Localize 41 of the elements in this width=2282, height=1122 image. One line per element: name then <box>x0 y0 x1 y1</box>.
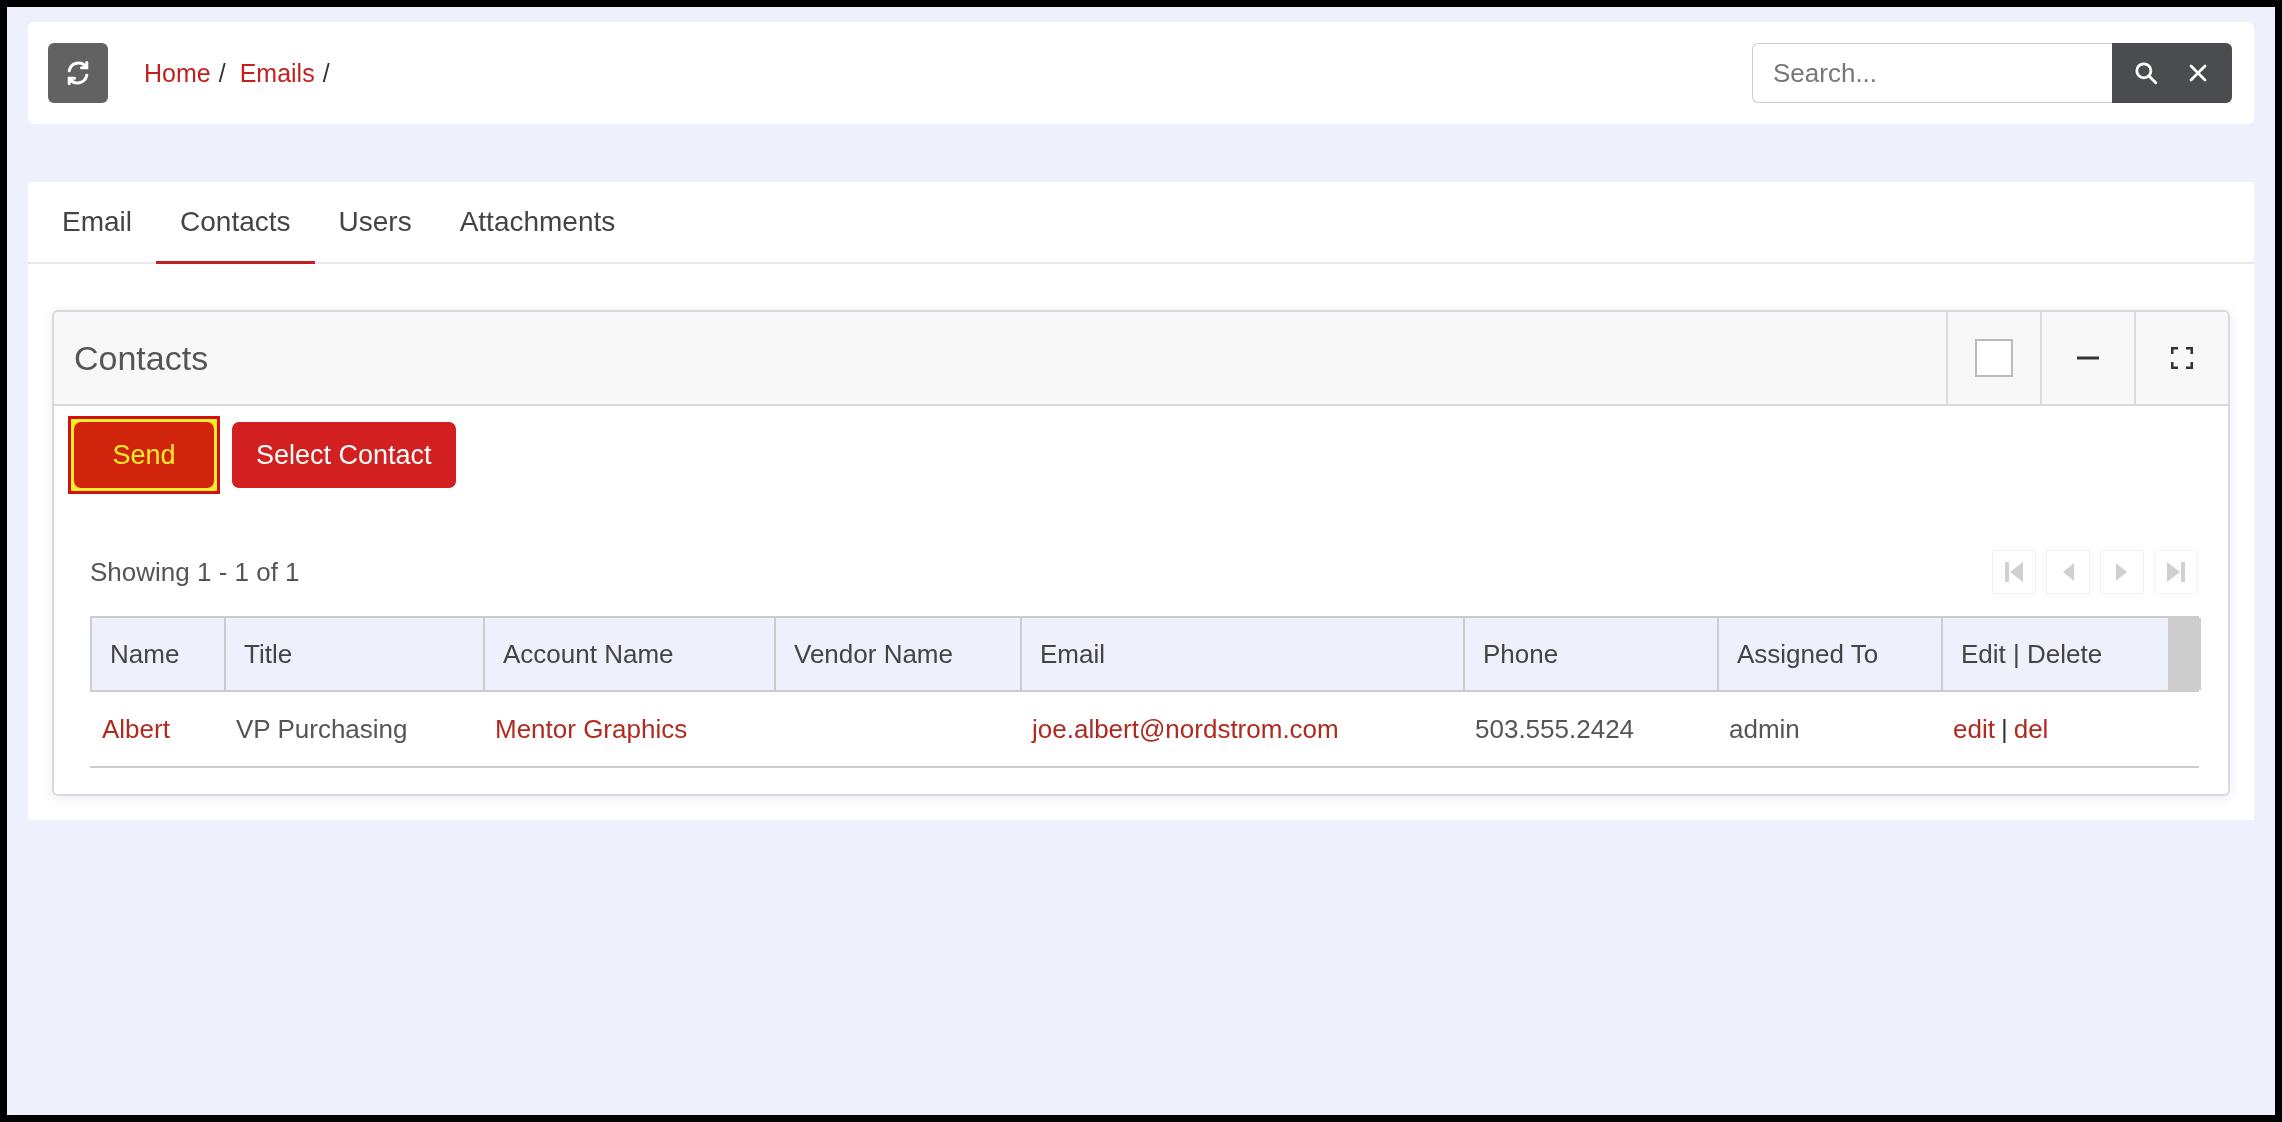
column-header: Vendor Name <box>776 618 1022 690</box>
column-header: Account Name <box>485 618 776 690</box>
breadcrumb-link[interactable]: Home <box>144 58 211 88</box>
close-icon <box>2188 63 2208 83</box>
table-cell: admin <box>1729 713 1800 745</box>
card-title: Contacts <box>73 337 210 379</box>
action-button[interactable]: Send <box>74 422 214 488</box>
row-action-link[interactable]: edit <box>1953 713 1995 745</box>
refresh-button[interactable] <box>48 43 108 103</box>
table-link[interactable]: joe.albert@nordstrom.com <box>1032 713 1339 745</box>
tab[interactable]: Attachments <box>435 182 640 264</box>
tab[interactable]: Email <box>38 182 156 264</box>
table-link[interactable]: Mentor Graphics <box>495 713 688 745</box>
table-link[interactable]: Albert <box>102 713 170 745</box>
column-header: Email <box>1022 618 1465 690</box>
column-header: Assigned To <box>1719 618 1943 690</box>
breadcrumb-separator: / <box>322 58 330 88</box>
next-page-icon <box>2115 560 2129 584</box>
column-header: Name <box>92 618 226 690</box>
row-action-link[interactable]: del <box>2013 713 2049 745</box>
action-button[interactable]: Select Contact <box>232 422 456 488</box>
table-cell: VP Purchasing <box>236 713 408 745</box>
table-row[interactable]: Albert VP Purchasing Mentor Graphics joe.albert@nordstrom.com 503.555.2424 admin edit | del <box>90 692 2199 768</box>
tab[interactable]: Users <box>314 182 436 264</box>
expand-icon <box>2171 347 2193 369</box>
record-count: Showing 1 - 1 of 1 <box>90 556 300 588</box>
table-cell: 503.555.2424 <box>1475 713 1635 745</box>
breadcrumb-separator: / <box>218 58 226 88</box>
tab[interactable]: Contacts <box>156 182 315 264</box>
action-separator: | <box>2000 713 2008 745</box>
previous-page-icon <box>2061 560 2075 584</box>
breadcrumb-link[interactable]: Emails <box>239 58 315 88</box>
first-page-icon <box>2004 560 2024 584</box>
last-page-icon <box>2166 560 2186 584</box>
minus-icon <box>2077 356 2099 360</box>
search-icon <box>2133 60 2159 86</box>
column-header: Edit | Delete <box>1960 637 2104 671</box>
column-header: Phone <box>1465 618 1719 690</box>
search-field[interactable]: Search... <box>1752 43 2112 103</box>
column-header: Title <box>226 618 485 690</box>
checkbox[interactable] <box>1975 339 2013 377</box>
